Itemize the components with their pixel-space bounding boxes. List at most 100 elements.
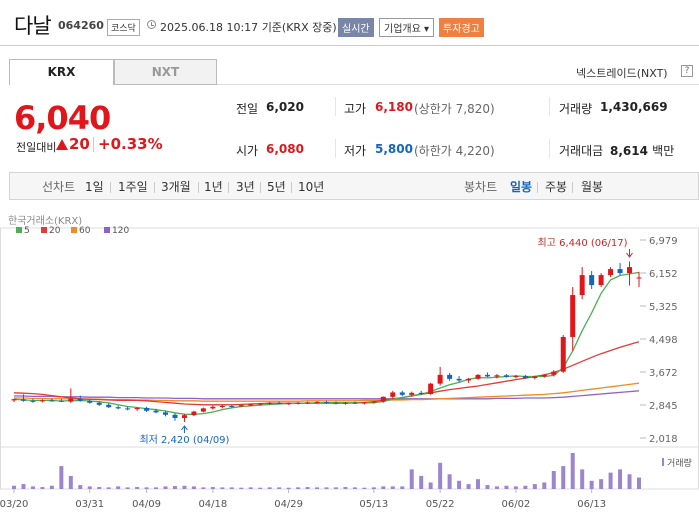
tab-krx[interactable]: KRX <box>9 59 114 85</box>
clock-icon <box>147 20 156 29</box>
candle-chart-label: 봉차트 <box>464 180 498 194</box>
candle-body <box>286 403 292 405</box>
open-label: 시가 <box>236 144 259 158</box>
candle-body <box>20 399 26 401</box>
period-divider <box>537 182 538 193</box>
candle-body <box>598 275 604 286</box>
candle-body <box>589 275 595 286</box>
volume-bar <box>371 487 376 489</box>
volume-value: 1,430,669 <box>600 100 668 114</box>
period-1d[interactable]: 1일 <box>85 178 104 195</box>
volume-bar <box>324 487 329 489</box>
candle-body <box>200 408 206 412</box>
triangle-up-icon <box>56 139 68 150</box>
candle-body <box>276 402 282 404</box>
period-weekly[interactable]: 주봉 <box>545 178 567 195</box>
candle-body <box>49 400 55 402</box>
current-price: 6,040 <box>14 99 111 137</box>
nextrade-label: 넥스트레이드(NXT) <box>576 67 668 80</box>
volume-bar <box>390 486 395 489</box>
legend-swatch <box>71 227 77 233</box>
candle-body <box>399 392 405 395</box>
period-5y[interactable]: 5년 <box>267 178 286 195</box>
candle-body <box>219 405 225 407</box>
volume-bar <box>125 487 130 489</box>
volume-bar <box>447 474 452 489</box>
period-1y[interactable]: 1년 <box>204 178 223 195</box>
volume-bar <box>466 484 471 489</box>
legend-label: 20 <box>49 226 61 236</box>
volume-bar <box>485 485 490 489</box>
volume-bar <box>40 487 45 489</box>
period-10y[interactable]: 10년 <box>298 178 324 195</box>
candle-body <box>503 375 509 377</box>
y-tick-label: 6,979 <box>649 236 678 247</box>
candle-body <box>456 378 462 381</box>
candle-body <box>371 401 377 403</box>
period-divider <box>291 182 292 193</box>
volume-bar <box>30 486 35 489</box>
volume-bar <box>362 487 367 489</box>
candle-body <box>144 407 150 411</box>
candle-body <box>115 407 121 409</box>
volume-bar <box>532 484 537 489</box>
company-overview-button[interactable]: 기업개요 ▾ <box>379 18 435 37</box>
low-value: 5,800 <box>375 142 413 156</box>
candle-body <box>181 415 187 418</box>
candle-body <box>342 402 348 404</box>
candle-body <box>257 403 263 405</box>
candle-body <box>418 392 424 395</box>
candle-body <box>333 402 339 404</box>
candle-body <box>295 402 301 404</box>
volume-bar <box>59 466 64 489</box>
lower-limit: (하한가 4,220) <box>414 144 495 158</box>
volume-legend-label: 거래량 <box>667 457 692 469</box>
open-value: 6,080 <box>266 142 304 156</box>
stock-chart[interactable]: 한국거래소(KRX)5 20 60 120 6,979 6,152 5,325 4,498 3,… <box>0 206 699 520</box>
change-label: 전일대비 <box>16 141 57 154</box>
low-label: 저가 <box>344 144 367 158</box>
candle-body <box>579 275 585 296</box>
high-label: 고가 <box>344 102 367 116</box>
period-3y[interactable]: 3년 <box>236 178 255 195</box>
amount-label: 거래대금 <box>559 144 604 158</box>
candle-body <box>380 396 386 402</box>
candle-body <box>560 336 566 372</box>
period-3m[interactable]: 3개월 <box>161 178 191 195</box>
period-divider <box>260 182 261 193</box>
volume-bar <box>333 487 338 489</box>
volume-bar <box>637 477 641 489</box>
period-1w[interactable]: 1주일 <box>118 178 148 195</box>
candle-body <box>352 402 358 404</box>
candle-body <box>39 400 45 402</box>
quote-datetime: 2025.06.18 10:17 기준(KRX 장중) <box>160 21 337 34</box>
period-monthly[interactable]: 월봉 <box>581 178 603 195</box>
volume-bar <box>258 487 263 489</box>
investment-warning-button[interactable]: 투자경고 <box>439 18 484 37</box>
candle-body <box>551 371 557 375</box>
high-value: 6,180 <box>375 100 413 114</box>
tab-nxt[interactable]: NXT <box>114 59 217 85</box>
candle-body <box>570 295 576 337</box>
volume-bar <box>419 475 424 489</box>
realtime-button[interactable]: 실시간 <box>338 18 374 37</box>
period-daily[interactable]: 일봉 <box>510 178 532 195</box>
volume-bar <box>561 466 566 489</box>
volume-bar <box>513 486 518 489</box>
y-tick-label: 3,672 <box>649 368 678 379</box>
volume-bar <box>49 485 54 489</box>
help-icon[interactable]: ? <box>681 65 693 77</box>
volume-bar <box>352 487 357 489</box>
candle-body <box>617 269 623 274</box>
upper-limit: (상한가 7,820) <box>414 102 495 116</box>
volume-bar <box>476 479 481 489</box>
period-divider <box>572 182 573 193</box>
candle-body <box>305 402 311 404</box>
candle-body <box>77 398 83 401</box>
candle-body <box>191 411 197 416</box>
candle-body <box>484 374 490 377</box>
change-divider <box>93 137 94 152</box>
y-tick-label: 4,498 <box>649 335 678 346</box>
volume-bar <box>116 486 121 489</box>
volume-bar <box>570 453 575 489</box>
